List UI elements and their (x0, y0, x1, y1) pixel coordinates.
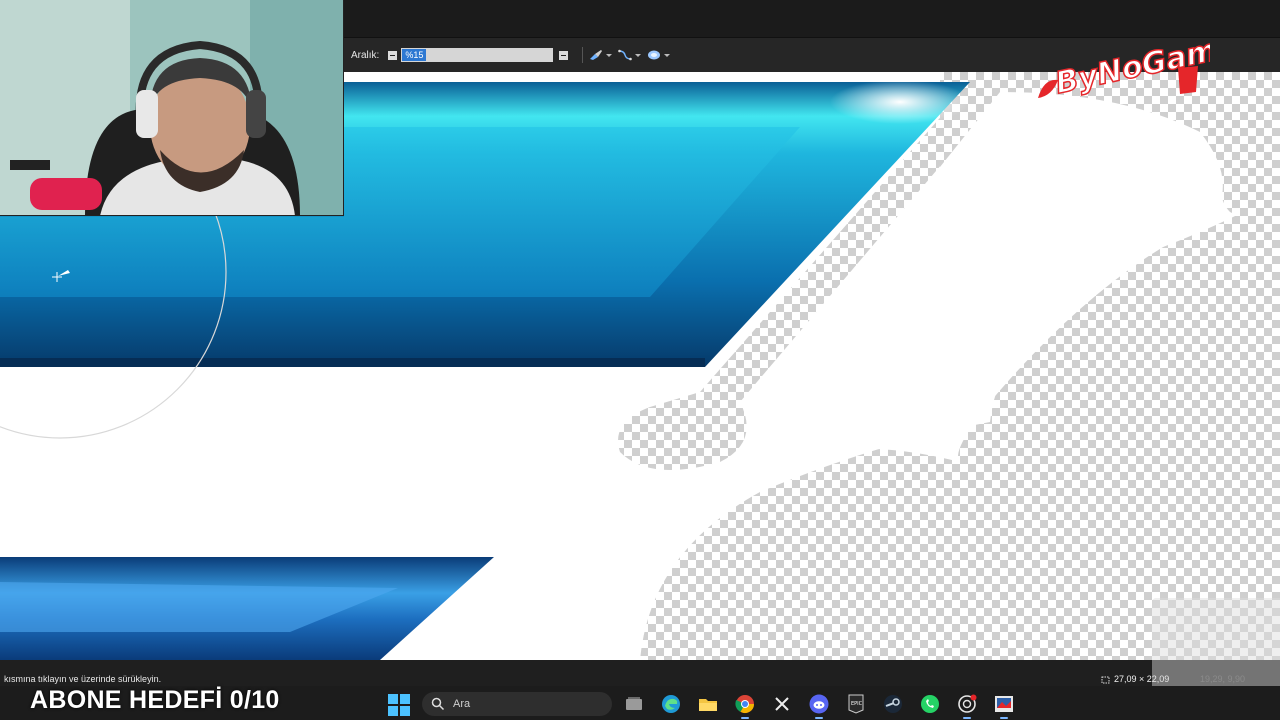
webcam-feed (0, 0, 343, 215)
chevron-down-icon (606, 53, 613, 57)
status-bar: kısmına tıklayın ve üzerinde sürükleyin.… (0, 660, 1280, 686)
band-shadow (0, 358, 705, 367)
whatsapp-icon (921, 695, 939, 713)
blend-mode-dropdown[interactable] (647, 49, 671, 61)
task-view-icon (626, 697, 642, 710)
microphone (30, 178, 102, 210)
x-icon (775, 697, 789, 711)
discord-button[interactable] (807, 692, 831, 719)
range-value[interactable]: %15 (402, 49, 427, 61)
range-label: Aralık: (351, 49, 380, 61)
explorer-icon (699, 699, 717, 711)
file-explorer-button[interactable] (696, 692, 720, 716)
curve-icon (618, 49, 633, 61)
epic-games-icon: EPIC (848, 694, 864, 714)
range-decrease-button[interactable] (388, 50, 398, 60)
chevron-down-icon (635, 53, 642, 57)
task-view-button[interactable] (622, 692, 646, 716)
image-editor-icon (995, 696, 1013, 712)
status-hint: kısmına tıklayın ve üzerinde sürükleyin. (4, 674, 162, 684)
webcam-overlay (0, 0, 344, 216)
range-input[interactable]: %15 (401, 48, 554, 62)
channel-logo: ByNoGam (1030, 28, 1221, 108)
epic-games-button[interactable]: EPIC (844, 692, 868, 716)
blob-icon (648, 50, 661, 60)
discord-icon (809, 694, 829, 714)
edge-button[interactable] (659, 692, 683, 716)
selection-size-icon (1101, 676, 1110, 684)
windows-logo-icon (388, 694, 398, 704)
chatgpt-icon (958, 694, 977, 713)
x-button[interactable] (770, 692, 794, 716)
brush-icon (590, 50, 603, 60)
curve-mode-dropdown[interactable] (618, 49, 642, 61)
steam-button[interactable] (881, 692, 905, 716)
whatsapp-button[interactable] (918, 692, 942, 716)
start-button[interactable] (388, 694, 410, 716)
logo-graphic: ByNoGam (1038, 32, 1221, 102)
subscriber-goal-overlay: ABONE HEDEFİ 0/10 (30, 686, 280, 714)
chrome-icon (735, 695, 754, 714)
edge-icon (662, 695, 680, 713)
steam-icon (884, 695, 902, 713)
chrome-button[interactable] (733, 692, 757, 719)
chatgpt-button[interactable] (955, 692, 979, 719)
brush-mode-dropdown[interactable] (589, 49, 613, 61)
lens-glow (830, 80, 970, 124)
cursor-position-value: 19,29, 9,90 (1200, 674, 1246, 684)
taskbar-search[interactable]: Ara (422, 692, 612, 716)
options-divider (582, 47, 584, 63)
svg-text:EPIC: EPIC (851, 701, 863, 707)
search-placeholder: Ara (453, 698, 471, 710)
search-icon (431, 697, 445, 711)
pinned-apps: EPIC (622, 692, 1016, 719)
range-increase-button[interactable] (559, 50, 569, 60)
image-editor-button[interactable] (992, 692, 1016, 719)
chevron-down-icon (664, 53, 671, 57)
